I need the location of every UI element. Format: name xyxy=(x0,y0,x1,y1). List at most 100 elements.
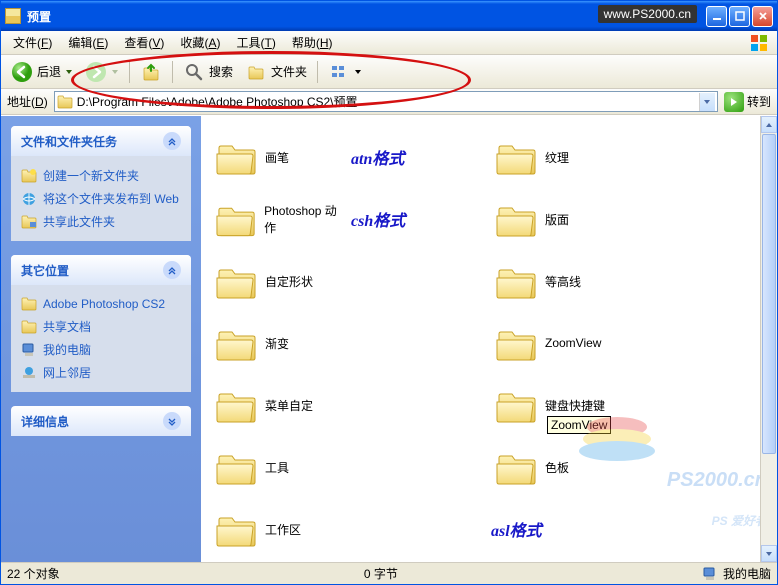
minimize-button[interactable] xyxy=(706,6,727,27)
toolbar: 后退 搜索 文件夹 xyxy=(1,55,777,89)
folder-item[interactable]: Photoshop 动作 xyxy=(211,188,351,250)
publish-web-link[interactable]: 将这个文件夹发布到 Web xyxy=(21,187,181,210)
scroll-down-button[interactable] xyxy=(761,545,777,562)
collapse-icon xyxy=(163,132,181,150)
address-label: 地址(D) xyxy=(7,93,48,110)
file-tasks-box: 文件和文件夹任务 创建一个新文件夹 将这个文件夹发布到 Web 共享此文件夹 xyxy=(11,126,191,241)
folder-item[interactable]: 等高线 xyxy=(491,250,631,312)
scroll-up-button[interactable] xyxy=(761,116,777,133)
menubar: 文件(F) 编辑(E) 查看(V) 收藏(A) 工具(T) 帮助(H) xyxy=(1,31,777,55)
folder-icon xyxy=(215,324,257,362)
views-button[interactable] xyxy=(324,59,366,85)
url-watermark: www.PS2000.cn xyxy=(598,5,697,23)
folder-label: 画笔 xyxy=(265,149,289,166)
details-box: 详细信息 xyxy=(11,406,191,436)
folder-item[interactable]: 菜单自定 xyxy=(211,374,351,436)
folder-icon xyxy=(495,386,537,424)
forward-button[interactable] xyxy=(81,59,123,85)
up-button[interactable] xyxy=(136,59,166,85)
folder-label: 工作区 xyxy=(265,521,301,538)
folder-label: ZoomView xyxy=(545,336,601,350)
my-computer-link[interactable]: 我的电脑 xyxy=(21,338,181,361)
content-area: 文件和文件夹任务 创建一个新文件夹 将这个文件夹发布到 Web 共享此文件夹 其… xyxy=(1,115,777,562)
create-folder-link[interactable]: 创建一个新文件夹 xyxy=(21,164,181,187)
menu-view[interactable]: 查看(V) xyxy=(116,32,172,53)
other-places-box: 其它位置 Adobe Photoshop CS2 共享文档 我的电脑 网上邻居 xyxy=(11,255,191,392)
chevron-down-icon xyxy=(65,68,73,76)
folder-item[interactable]: 工作区 xyxy=(211,498,351,560)
folder-icon xyxy=(21,296,37,312)
menu-favorites[interactable]: 收藏(A) xyxy=(172,32,228,53)
views-icon xyxy=(328,61,350,83)
folder-icon xyxy=(495,138,537,176)
menu-tools[interactable]: 工具(T) xyxy=(228,32,283,53)
format-annotation xyxy=(351,250,471,312)
share-folder-link[interactable]: 共享此文件夹 xyxy=(21,210,181,233)
network-places-link[interactable]: 网上邻居 xyxy=(21,361,181,384)
file-list-area[interactable]: 画笔Photoshop 动作自定形状渐变菜单自定工具工作区脚本abr格式atn格… xyxy=(201,116,777,562)
new-folder-icon xyxy=(21,168,37,184)
file-tasks-title: 文件和文件夹任务 xyxy=(21,133,117,150)
details-header[interactable]: 详细信息 xyxy=(11,406,191,436)
chevron-down-icon xyxy=(111,68,119,76)
search-button[interactable]: 搜索 xyxy=(179,59,237,85)
folder-item[interactable]: 画笔 xyxy=(211,126,351,188)
menu-help[interactable]: 帮助(H) xyxy=(284,32,341,53)
scroll-thumb[interactable] xyxy=(762,134,776,454)
menu-edit[interactable]: 编辑(E) xyxy=(60,32,116,53)
folder-icon xyxy=(215,448,257,486)
folder-icon xyxy=(215,510,257,548)
folder-icon xyxy=(495,262,537,300)
explorer-window: www.PS2000.cn 预置 文件(F) 编辑(E) 查看(V) 收藏(A)… xyxy=(0,0,778,585)
close-button[interactable] xyxy=(752,6,773,27)
address-input[interactable] xyxy=(77,95,699,109)
folder-item[interactable]: 脚本 xyxy=(211,560,351,562)
maximize-button[interactable] xyxy=(729,6,750,27)
folder-label: 菜单自定 xyxy=(265,397,313,414)
scroll-track[interactable] xyxy=(761,133,777,545)
chevron-down-icon xyxy=(354,68,362,76)
format-annotation xyxy=(351,312,471,374)
address-combo[interactable] xyxy=(54,91,718,112)
format-annotation xyxy=(631,188,751,250)
folder-item[interactable]: 样式 xyxy=(351,560,491,562)
windows-flag-icon xyxy=(745,32,773,54)
status-object-count: 22 个对象 xyxy=(7,565,60,582)
folder-label: 纹理 xyxy=(545,149,569,166)
other-places-header[interactable]: 其它位置 xyxy=(11,255,191,285)
folder-item[interactable]: 色板 xyxy=(491,436,631,498)
folder-icon xyxy=(495,324,537,362)
back-button[interactable]: 后退 xyxy=(7,59,77,85)
network-icon xyxy=(21,365,37,381)
share-icon xyxy=(21,214,37,230)
format-annotation: atn格式 xyxy=(351,126,471,188)
folder-item[interactable]: 纹理 xyxy=(491,126,631,188)
menu-file[interactable]: 文件(F) xyxy=(5,32,60,53)
vertical-scrollbar[interactable] xyxy=(760,116,777,562)
back-label: 后退 xyxy=(37,63,61,80)
folder-label: 色板 xyxy=(545,459,569,476)
file-tasks-header[interactable]: 文件和文件夹任务 xyxy=(11,126,191,156)
folder-item[interactable]: 工具 xyxy=(211,436,351,498)
folder-label: Photoshop 动作 xyxy=(264,202,347,236)
parent-folder-link[interactable]: Adobe Photoshop CS2 xyxy=(21,293,181,315)
go-button[interactable]: 转到 xyxy=(724,92,771,112)
folder-icon xyxy=(215,138,257,176)
folder-item[interactable]: 渐变 xyxy=(211,312,351,374)
folder-item[interactable]: ZoomView xyxy=(491,312,631,374)
format-annotation xyxy=(631,312,751,374)
folder-label: 自定形状 xyxy=(265,273,313,290)
folder-item[interactable]: 版面 xyxy=(491,188,631,250)
go-label: 转到 xyxy=(747,93,771,110)
shared-docs-link[interactable]: 共享文档 xyxy=(21,315,181,338)
format-annotation: pat格式 xyxy=(491,560,611,562)
folders-button[interactable]: 文件夹 xyxy=(241,59,311,85)
expand-icon xyxy=(163,412,181,430)
status-size: 0 字节 xyxy=(80,565,682,582)
search-label: 搜索 xyxy=(209,63,233,80)
folder-label: 工具 xyxy=(265,459,289,476)
up-folder-icon xyxy=(140,61,162,83)
address-dropdown-button[interactable] xyxy=(699,93,715,111)
statusbar: 22 个对象 0 字节 我的电脑 xyxy=(1,562,777,584)
folder-item[interactable]: 自定形状 xyxy=(211,250,351,312)
